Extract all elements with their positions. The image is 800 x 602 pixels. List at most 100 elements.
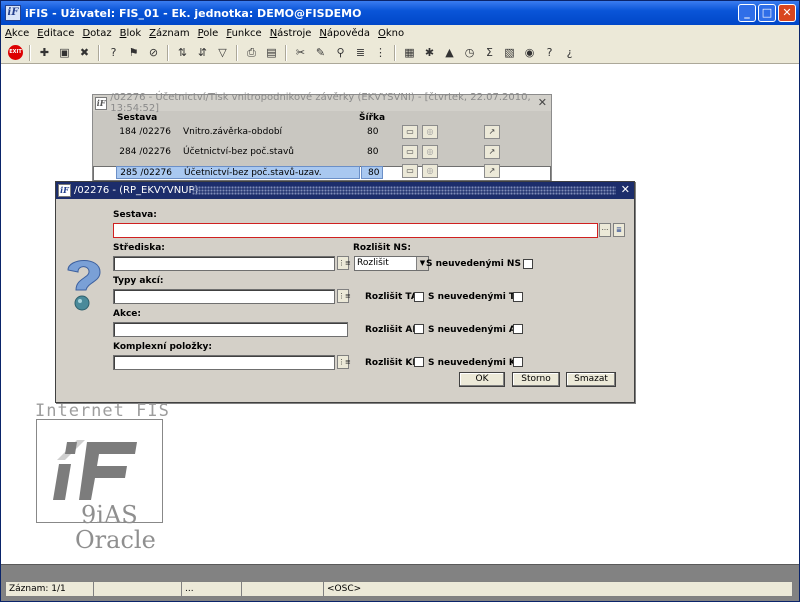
rozlisit-kp-label: Rozlišit KP	[365, 358, 419, 368]
sestava-list-icon[interactable]: ≣	[613, 223, 625, 237]
s-neuvedenymi-ns-checkbox[interactable]	[523, 259, 533, 269]
menu-okno[interactable]: Okno	[378, 28, 404, 39]
insert-record-icon[interactable]: ✚	[36, 44, 53, 61]
calc-icon[interactable]: ▦	[401, 44, 418, 61]
s-neuvedenymi-ak-checkbox[interactable]	[513, 324, 523, 334]
list-icon[interactable]: ≣	[352, 44, 369, 61]
print-preview-icon[interactable]: ▤	[263, 44, 280, 61]
split-icon[interactable]: ⋮	[372, 44, 389, 61]
report-row-open-icon[interactable]: ↗	[484, 164, 500, 178]
status-segment	[94, 582, 182, 596]
status-record: Záznam: 1/1	[6, 582, 94, 596]
filter-icon[interactable]: ▽	[214, 44, 231, 61]
rozlisit-ns-select[interactable]: Rozlišit ▼	[354, 256, 429, 271]
komplexni-polozky-lov-button[interactable]: ⋮≡	[337, 355, 351, 369]
rozlisit-ak-checkbox[interactable]	[414, 324, 424, 334]
column-header-sirka: Šířka	[359, 113, 386, 123]
report-row[interactable]: 184 /02276 Vnitro.závěrka-období 80	[93, 127, 551, 141]
minimize-button[interactable]: _	[738, 4, 756, 22]
menu-pole[interactable]: Pole	[198, 28, 219, 39]
query-execute-icon[interactable]: ⚑	[125, 44, 142, 61]
report-row-edit-icon[interactable]: ▭	[402, 164, 418, 178]
report-window-title: /02276 - Účetnictví/Tisk vnitropodnikové…	[110, 92, 531, 114]
storno-button[interactable]: Storno	[512, 372, 560, 387]
status-ellipsis: ...	[182, 582, 242, 596]
query-enter-icon[interactable]: ?	[105, 44, 122, 61]
menu-editace[interactable]: Editace	[37, 28, 74, 39]
report-row-open-icon[interactable]: ↗	[484, 145, 500, 159]
window-title: iFIS - Uživatel: FIS_01 - Ek. jednotka: …	[25, 6, 362, 20]
sort-asc-icon[interactable]: ⇅	[174, 44, 191, 61]
menu-nastroje[interactable]: Nástroje	[270, 28, 312, 39]
maximize-button[interactable]: □	[758, 4, 776, 22]
delete-record-icon[interactable]: ✖	[76, 44, 93, 61]
strediska-field[interactable]	[113, 256, 335, 271]
rozlisit-ta-label: Rozlišit TA	[365, 292, 418, 302]
s-neuvedenymi-kp-label: S neuvedenými KP	[428, 358, 523, 368]
menu-bar: Akce Editace Dotaz Blok Záznam Pole Funk…	[1, 25, 799, 42]
web-icon[interactable]: ◉	[521, 44, 538, 61]
rozlisit-kp-checkbox[interactable]	[414, 357, 424, 367]
question-icon[interactable]: ?	[541, 44, 558, 61]
s-neuvedenymi-ak-label: S neuvedenými AK	[428, 325, 523, 335]
toolbar-separator	[285, 44, 287, 61]
status-bar: Záznam: 1/1 ... <OSC>	[1, 564, 799, 601]
report-row-edit-icon[interactable]: ▭	[402, 145, 418, 159]
exit-icon: EXIT	[8, 45, 23, 60]
smazat-button[interactable]: Smazat	[566, 372, 616, 387]
sestava-field[interactable]	[113, 223, 598, 238]
sestava-label: Sestava:	[113, 210, 157, 220]
menu-dotaz[interactable]: Dotaz	[82, 28, 111, 39]
save-icon[interactable]: ▣	[56, 44, 73, 61]
report-row-selected[interactable]: 285 /02276 Účetnictví-bez poč.stavů-uzav…	[93, 166, 551, 181]
toolbar-separator	[29, 44, 31, 61]
report-row-open-icon[interactable]: ↗	[484, 125, 500, 139]
komplexni-polozky-field[interactable]	[113, 355, 335, 370]
clock-icon[interactable]: ◷	[461, 44, 478, 61]
logo-oracle: Oracle	[75, 526, 156, 554]
report-window-close-icon[interactable]: ✕	[538, 96, 547, 109]
sestava-lov-button[interactable]: ···	[599, 223, 611, 237]
menu-funkce[interactable]: Funkce	[226, 28, 261, 39]
report-row[interactable]: 284 /02276 Účetnictví-bez poč.stavů 80	[93, 147, 551, 161]
typy-akci-field[interactable]	[113, 289, 335, 304]
report-row-info-icon[interactable]: ◎	[422, 145, 438, 159]
app-window: iF iFIS - Uživatel: FIS_01 - Ek. jednotk…	[0, 0, 800, 602]
report-name: Účetnictví-bez poč.stavů-uzav.	[184, 168, 322, 178]
query-cancel-icon[interactable]: ⊘	[145, 44, 162, 61]
column-header-sestava: Sestava	[117, 113, 158, 123]
settings-icon[interactable]: ✱	[421, 44, 438, 61]
strediska-lov-button[interactable]: ⋮≡	[337, 256, 351, 270]
toolbar: EXIT ✚ ▣ ✖ ? ⚑ ⊘ ⇅ ⇵ ▽ ⎙ ▤ ✂ ✎ ⚲ ≣ ⋮ ▦ ✱…	[1, 42, 799, 64]
s-neuvedenymi-ta-checkbox[interactable]	[513, 292, 523, 302]
dialog-title: /02276 - (RP_EKVYVNUP)	[74, 185, 199, 196]
typy-akci-lov-button[interactable]: ⋮≡	[337, 289, 351, 303]
dialog-close-icon[interactable]: ✕	[621, 183, 630, 196]
edit-icon[interactable]: ✎	[312, 44, 329, 61]
menu-akce[interactable]: Akce	[5, 28, 29, 39]
ok-button[interactable]: OK	[459, 372, 505, 387]
cut-icon[interactable]: ✂	[292, 44, 309, 61]
find-icon[interactable]: ⚲	[332, 44, 349, 61]
rozlisit-ak-label: Rozlišit AK	[365, 325, 420, 335]
menu-zaznam[interactable]: Záznam	[149, 28, 189, 39]
close-button[interactable]: ✕	[778, 4, 796, 22]
help-icon[interactable]: ¿	[561, 44, 578, 61]
sort-desc-icon[interactable]: ⇵	[194, 44, 211, 61]
report-row-info-icon[interactable]: ◎	[422, 164, 438, 178]
menu-blok[interactable]: Blok	[120, 28, 142, 39]
menu-napoveda[interactable]: Nápověda	[319, 28, 370, 39]
typy-akci-label: Typy akcí:	[113, 276, 164, 286]
sum-icon[interactable]: Σ	[481, 44, 498, 61]
akce-field[interactable]	[113, 322, 348, 337]
status-mode: <OSC>	[327, 584, 362, 594]
app-logo-icon: iF	[5, 5, 21, 21]
rozlisit-ta-checkbox[interactable]	[414, 292, 424, 302]
print-icon[interactable]: ⎙	[243, 44, 260, 61]
exit-button[interactable]: EXIT	[7, 44, 24, 61]
report-row-edit-icon[interactable]: ▭	[402, 125, 418, 139]
excel-icon[interactable]: ▧	[501, 44, 518, 61]
report-row-info-icon[interactable]: ◎	[422, 125, 438, 139]
warning-icon[interactable]: ▲	[441, 44, 458, 61]
s-neuvedenymi-kp-checkbox[interactable]	[513, 357, 523, 367]
